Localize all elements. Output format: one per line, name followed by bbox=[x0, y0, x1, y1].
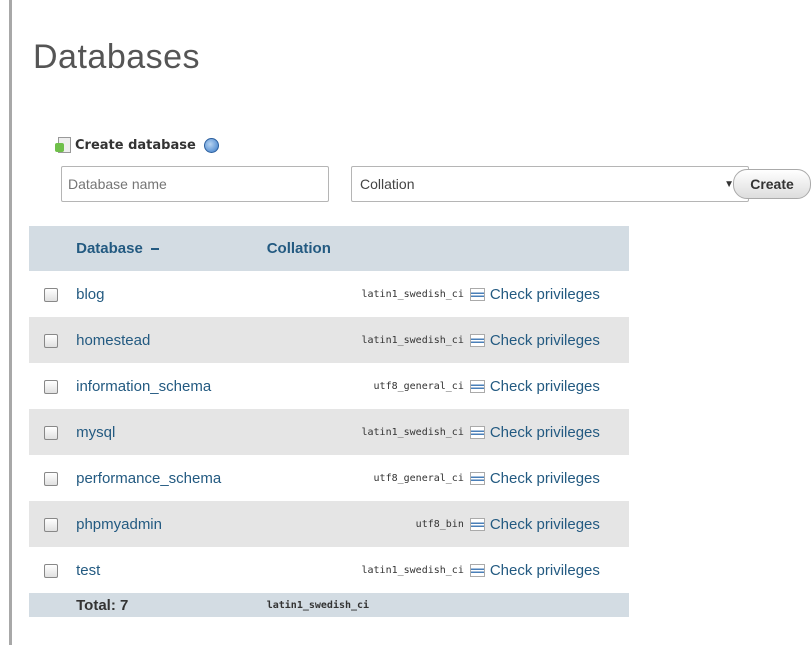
table-header-row: Database Collation bbox=[29, 226, 629, 271]
total-collation: latin1_swedish_ci bbox=[266, 593, 470, 617]
database-link[interactable]: phpmyadmin bbox=[76, 516, 162, 533]
row-collation: latin1_swedish_ci bbox=[266, 547, 470, 593]
select-column-header bbox=[29, 226, 73, 271]
row-collation: latin1_swedish_ci bbox=[266, 409, 470, 455]
check-privileges-link[interactable]: Check privileges bbox=[490, 286, 600, 303]
row-checkbox[interactable] bbox=[43, 287, 58, 302]
check-privileges-link[interactable]: Check privileges bbox=[490, 332, 600, 349]
database-link[interactable]: performance_schema bbox=[76, 470, 221, 487]
privileges-icon bbox=[469, 288, 485, 302]
database-column-header[interactable]: Database bbox=[72, 226, 267, 271]
row-collation: latin1_swedish_ci bbox=[266, 271, 470, 317]
table-row: homestead latin1_swedish_ci Check privil… bbox=[29, 317, 629, 363]
check-privileges-link[interactable]: Check privileges bbox=[490, 516, 600, 533]
table-row: blog latin1_swedish_ci Check privileges bbox=[29, 271, 629, 317]
create-button[interactable]: Create bbox=[733, 169, 811, 199]
help-icon[interactable] bbox=[203, 137, 219, 153]
row-checkbox[interactable] bbox=[43, 563, 58, 578]
check-privileges-link[interactable]: Check privileges bbox=[490, 470, 600, 487]
row-checkbox[interactable] bbox=[43, 425, 58, 440]
table-row: phpmyadmin utf8_bin Check privileges bbox=[29, 501, 629, 547]
new-database-icon bbox=[55, 137, 71, 153]
row-checkbox[interactable] bbox=[43, 471, 58, 486]
table-row: performance_schema utf8_general_ci Check… bbox=[29, 455, 629, 501]
row-collation: utf8_general_ci bbox=[266, 363, 470, 409]
row-collation: utf8_general_ci bbox=[266, 455, 470, 501]
page-title: Databases bbox=[33, 38, 201, 76]
row-checkbox[interactable] bbox=[43, 333, 58, 348]
collation-select[interactable]: Collation ▼ bbox=[351, 166, 749, 202]
collation-select-value: Collation bbox=[360, 176, 415, 192]
check-privileges-link[interactable]: Check privileges bbox=[490, 424, 600, 441]
table-row: mysql latin1_swedish_ci Check privileges bbox=[29, 409, 629, 455]
left-divider bbox=[9, 0, 12, 645]
check-privileges-link[interactable]: Check privileges bbox=[490, 378, 600, 395]
row-collation: utf8_bin bbox=[266, 501, 470, 547]
row-checkbox[interactable] bbox=[43, 379, 58, 394]
privileges-icon bbox=[469, 564, 485, 578]
privileges-icon bbox=[469, 518, 485, 532]
collation-column-header[interactable]: Collation bbox=[266, 226, 470, 271]
sort-ascending-icon bbox=[150, 248, 159, 251]
privileges-icon bbox=[469, 334, 485, 348]
database-link[interactable]: homestead bbox=[76, 332, 150, 349]
database-link[interactable]: test bbox=[76, 562, 100, 579]
table-row: test latin1_swedish_ci Check privileges bbox=[29, 547, 629, 593]
privileges-icon bbox=[469, 380, 485, 394]
total-row: Total: 7 latin1_swedish_ci bbox=[29, 593, 629, 617]
row-collation: latin1_swedish_ci bbox=[266, 317, 470, 363]
privileges-icon bbox=[469, 472, 485, 486]
database-link[interactable]: blog bbox=[76, 286, 104, 303]
table-row: information_schema utf8_general_ci Check… bbox=[29, 363, 629, 409]
action-column-header bbox=[469, 226, 629, 271]
row-checkbox[interactable] bbox=[43, 517, 58, 532]
privileges-icon bbox=[469, 426, 485, 440]
databases-table: Database Collation blog latin1_swedish_c… bbox=[29, 226, 629, 617]
create-database-heading: Create database bbox=[55, 134, 219, 156]
create-database-label: Create database bbox=[75, 137, 196, 153]
check-privileges-link[interactable]: Check privileges bbox=[490, 562, 600, 579]
total-label: Total: 7 bbox=[72, 593, 267, 617]
database-link[interactable]: information_schema bbox=[76, 378, 211, 395]
databases-table-body: blog latin1_swedish_ci Check privileges … bbox=[29, 271, 629, 617]
database-name-input[interactable] bbox=[61, 166, 329, 202]
database-link[interactable]: mysql bbox=[76, 424, 115, 441]
